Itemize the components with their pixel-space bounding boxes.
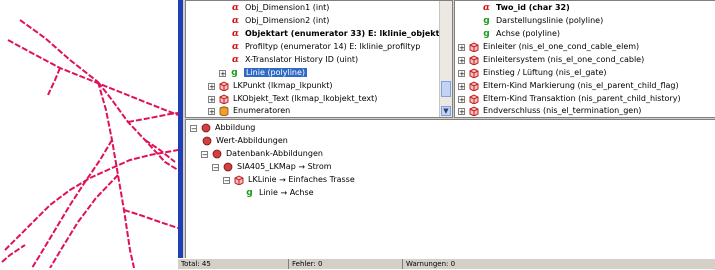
collapse-icon[interactable]: −: [212, 163, 219, 171]
tree-item[interactable]: α Two_id (char 32): [481, 2, 570, 14]
target-model-tree[interactable]: α Two_id (char 32) g Darstellungslinie (po…: [454, 0, 715, 118]
map-preview: [0, 0, 179, 269]
tree-item[interactable]: − Datenbank-Abbildungen: [201, 148, 323, 160]
tree-item[interactable]: − LKLinie → Einfaches Trasse: [223, 174, 355, 186]
cube-icon: [218, 93, 229, 105]
database-icon: [222, 161, 233, 173]
tree-item[interactable]: + Eltern-Kind Markierung (nis_el_parent_c…: [458, 80, 679, 92]
geometry-icon: g: [483, 29, 490, 39]
application-window: α Obj_Dimension1 (int) α Obj_Dimension2 (i…: [178, 0, 715, 269]
arrow-right-icon: →: [298, 162, 306, 172]
status-bar: Total: 45 Fehler: 0 Warnungen: 0: [178, 258, 715, 269]
tree-item-selected[interactable]: + g Linie (polyline): [219, 67, 308, 79]
collapse-icon[interactable]: −: [223, 176, 230, 184]
tree-item[interactable]: g Linie → Achse: [244, 187, 313, 199]
geometry-icon: g: [483, 16, 490, 26]
tree-item[interactable]: + LKObjekt_Text (lkmap_lkobjekt_text): [208, 93, 377, 105]
tree-item[interactable]: α Obj_Dimension1 (int): [230, 2, 329, 14]
mapping-tree[interactable]: − Abbildung Wert-Abbildungen − Datenbank-A…: [185, 119, 715, 259]
arrow-right-icon: →: [280, 188, 288, 198]
tree-item[interactable]: α Objektart (enumerator 33) E: lklinie_ob…: [230, 28, 452, 40]
arrow-right-icon: →: [279, 175, 286, 185]
mapping-icon: [200, 122, 211, 134]
cube-icon: [233, 174, 244, 186]
scroll-down-arrow-icon[interactable]: ▼: [441, 106, 451, 116]
alpha-icon: α: [232, 55, 239, 65]
window-frame-edge: [178, 0, 183, 268]
tree-item[interactable]: − SIA405_LKMap → Strom: [212, 161, 332, 173]
expand-icon[interactable]: +: [458, 95, 465, 103]
expand-icon[interactable]: +: [219, 69, 226, 77]
alpha-icon: α: [483, 3, 490, 13]
expand-icon[interactable]: +: [458, 82, 465, 90]
cube-icon: [468, 105, 479, 117]
expand-icon[interactable]: +: [208, 107, 215, 115]
collapse-icon[interactable]: −: [201, 150, 208, 158]
tree-item-root[interactable]: − Abbildung: [190, 122, 255, 134]
alpha-icon: α: [232, 29, 239, 39]
map-line: [127, 112, 179, 123]
expand-icon[interactable]: +: [208, 82, 215, 90]
tree-item[interactable]: + LKPunkt (lkmap_lkpunkt): [208, 80, 333, 92]
cube-icon: [468, 80, 479, 92]
cube-icon: [468, 93, 479, 105]
expand-icon[interactable]: +: [458, 69, 465, 77]
tree-item[interactable]: α Obj_Dimension2 (int): [230, 15, 329, 27]
cube-icon: [218, 80, 229, 92]
expand-icon[interactable]: +: [458, 43, 465, 51]
map-line: [47, 67, 61, 96]
source-model-tree[interactable]: α Obj_Dimension1 (int) α Obj_Dimension2 (i…: [185, 0, 453, 118]
tree-item[interactable]: + Eltern-Kind Transaktion (nis_parent_chi…: [458, 93, 681, 105]
map-line: [123, 209, 179, 229]
alpha-icon: α: [232, 3, 239, 13]
database-icon: [211, 148, 222, 160]
scrollbar-thumb[interactable]: [441, 81, 451, 97]
alpha-icon: α: [232, 42, 239, 52]
vertical-scrollbar[interactable]: ▼: [439, 1, 452, 117]
tree-item[interactable]: g Achse (polyline): [481, 28, 560, 40]
tree-item[interactable]: + Einleiter (nis_el_one_cond_cable_elem): [458, 41, 639, 53]
expand-icon[interactable]: +: [458, 56, 465, 64]
tree-item[interactable]: α X-Translator History ID (uint): [230, 54, 358, 66]
cube-icon: [468, 54, 479, 66]
map-line: [1, 244, 26, 263]
map-canvas: [1, 19, 179, 269]
map-line: [4, 149, 179, 251]
tree-item[interactable]: + Einleitersystem (nis_el_one_cond_cable): [458, 54, 644, 66]
tree-item[interactable]: + Endverschluss (nis_el_termination_gen): [458, 105, 641, 117]
map-line: [31, 139, 113, 269]
tree-item[interactable]: + Einstieg / Lüftung (nis_el_gate): [458, 67, 607, 79]
database-icon: [218, 105, 229, 117]
tree-item[interactable]: Wert-Abbildungen: [201, 135, 288, 147]
tree-item[interactable]: g Darstellungslinie (polyline): [481, 15, 603, 27]
mapping-icon: [201, 135, 212, 147]
expand-icon[interactable]: +: [458, 107, 465, 115]
geometry-icon: g: [246, 188, 253, 198]
tree-item[interactable]: + Enumeratoren: [208, 105, 290, 117]
geometry-icon: g: [231, 68, 238, 78]
tree-item[interactable]: α Profiltyp (enumerator 14) E: lklinie_pr…: [230, 41, 420, 53]
expand-icon[interactable]: +: [208, 95, 215, 103]
alpha-icon: α: [232, 16, 239, 26]
cube-icon: [468, 67, 479, 79]
cube-icon: [468, 41, 479, 53]
map-line: [97, 81, 135, 269]
collapse-icon[interactable]: −: [190, 124, 197, 132]
